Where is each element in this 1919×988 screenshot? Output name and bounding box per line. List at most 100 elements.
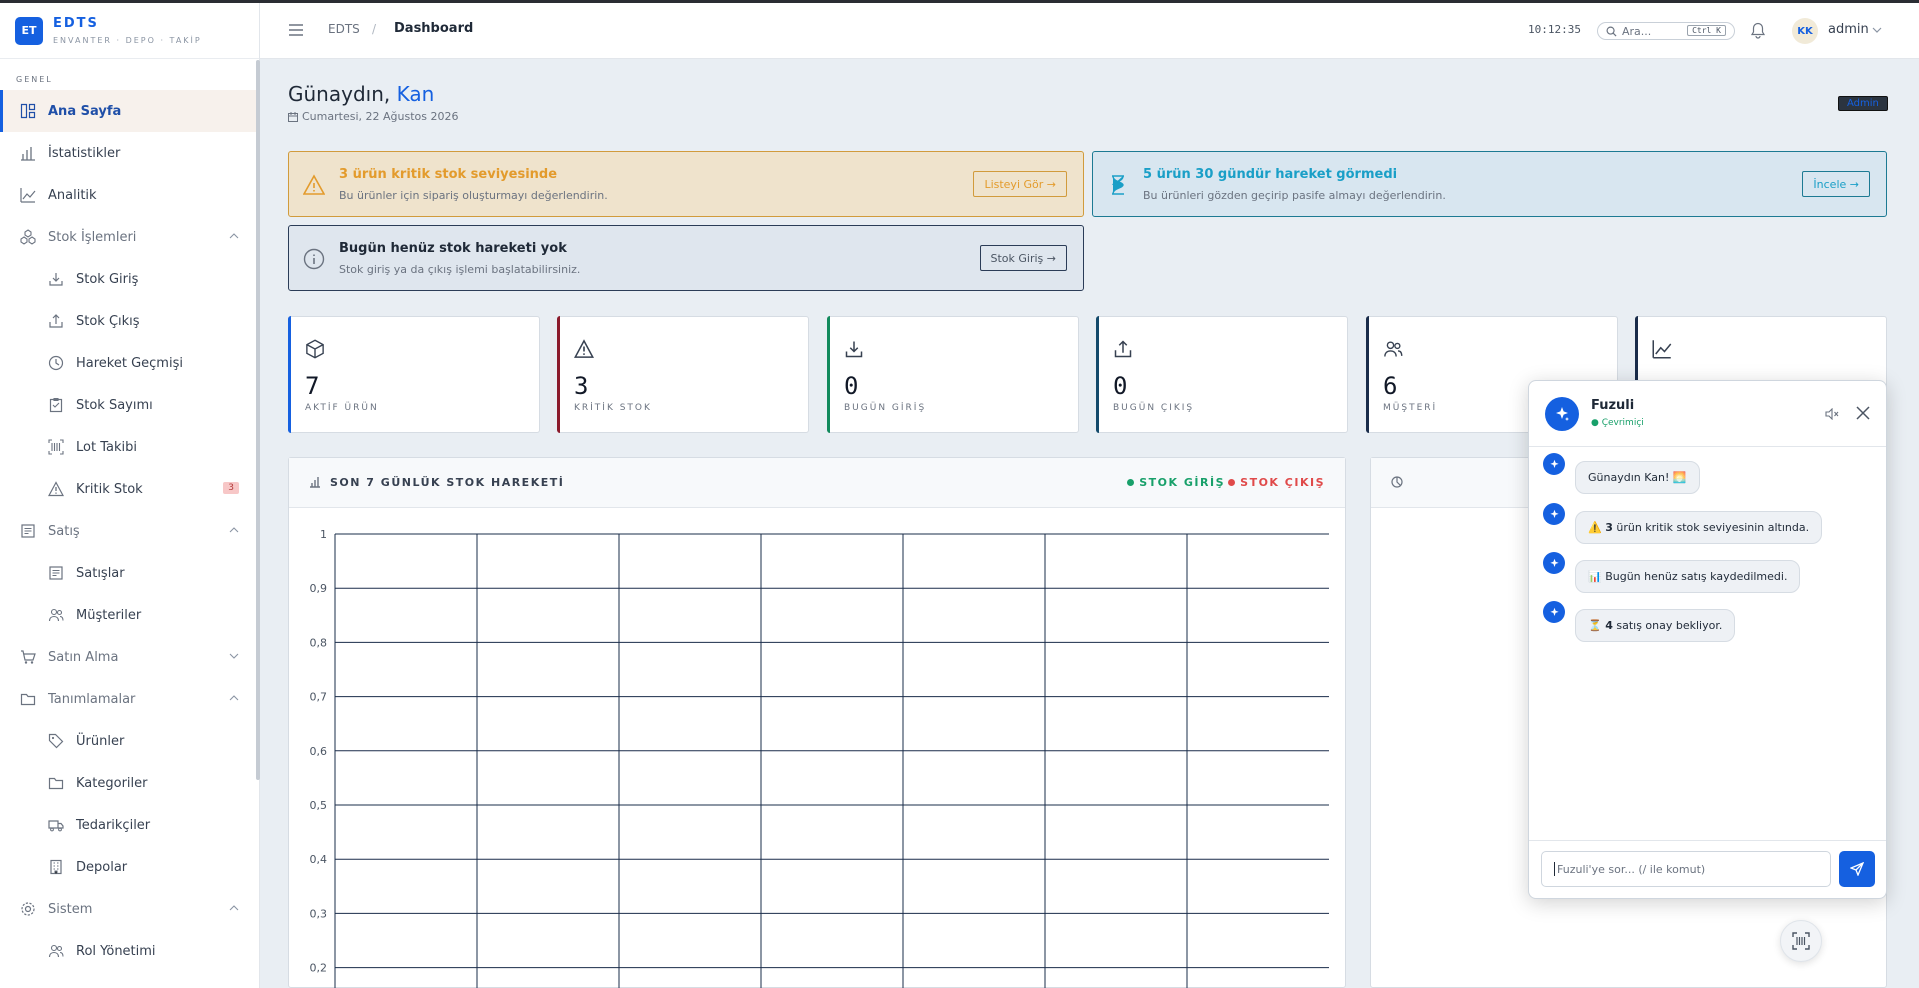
assistant-avatar <box>1543 552 1565 574</box>
hourglass-icon <box>1112 175 1124 195</box>
sidebar-item-label: Lot Takibi <box>76 439 137 455</box>
sidebar-item-satın-alma[interactable]: Satın Alma <box>0 636 259 678</box>
sidebar-item-label: Stok Çıkış <box>76 313 140 329</box>
sidebar-item-label: Rol Yönetimi <box>76 943 156 959</box>
brand[interactable]: ET EDTS ENVANTER · DEPO · TAKİP <box>0 3 259 59</box>
sidebar-item-satış[interactable]: Satış <box>0 510 259 552</box>
message-bold: 3 <box>1605 521 1613 534</box>
receipt-icon <box>21 524 35 538</box>
stat-card-today-out[interactable]: 0 BUGÜN ÇIKIŞ <box>1096 316 1348 433</box>
chat-message: ⚠️ 3 ürün kritik stok seviyesinin altınd… <box>1543 503 1823 544</box>
y-tick-label: 0,9 <box>310 582 328 595</box>
upload-icon <box>1114 340 1132 358</box>
receipt-icon <box>49 566 63 580</box>
gear-icon <box>21 902 35 916</box>
sidebar-item-rol-yönetimi[interactable]: Rol Yönetimi <box>0 930 259 972</box>
upload-icon <box>49 314 63 328</box>
chevron-icon <box>229 695 239 701</box>
sidebar-item-i-statistikler[interactable]: İstatistikler <box>0 132 259 174</box>
inspect-button[interactable]: İncele → <box>1802 171 1870 197</box>
sidebar-item-label: Müşteriler <box>76 607 142 623</box>
stat-card-active-product[interactable]: 7 AKTİF ÜRÜN <box>288 316 540 433</box>
chat-input-placeholder: Fuzuli'ye sor... (/ ile komut) <box>1557 862 1706 876</box>
bell-icon[interactable] <box>1750 22 1766 39</box>
stat-label: AKTİF ÜRÜN <box>305 403 379 413</box>
message-text: ⚠️ <box>1588 521 1606 534</box>
sidebar-item-depolar[interactable]: Depolar <box>0 846 259 888</box>
message-bubble: Günaydın Kan! 🌅 <box>1575 461 1700 494</box>
legend-stock-in[interactable]: STOK GİRİŞ <box>1127 476 1225 489</box>
sidebar-item-tedarikçiler[interactable]: Tedarikçiler <box>0 804 259 846</box>
sidebar-item-label: Stok Giriş <box>76 271 139 287</box>
stat-card-today-in[interactable]: 0 BUGÜN GİRİŞ <box>827 316 1079 433</box>
search-icon <box>1606 26 1617 37</box>
clock-icon <box>48 355 64 371</box>
alert-description: Bu ürünleri gözden geçirip pasife almayı… <box>1143 189 1446 202</box>
stat-card-critical-stock[interactable]: 3 KRİTİK STOK <box>557 316 809 433</box>
send-button[interactable] <box>1839 851 1875 887</box>
sparkle-icon <box>1549 558 1559 567</box>
avatar[interactable]: KK <box>1792 18 1818 44</box>
sidebar-item-lot-takibi[interactable]: Lot Takibi <box>0 426 259 468</box>
tag-icon <box>48 733 64 749</box>
y-tick-label: 0,2 <box>310 962 328 975</box>
message-bubble: ⚠️ 3 ürün kritik stok seviyesinin altınd… <box>1575 511 1823 544</box>
idle-products-alert: 5 ürün 30 gündür hareket görmedi Bu ürün… <box>1092 151 1887 217</box>
sidebar-item-label: Tanımlamalar <box>48 691 136 707</box>
legend-stock-out-label: STOK ÇIKIŞ <box>1240 476 1325 489</box>
bar-chart-icon <box>310 477 320 488</box>
download-icon <box>49 273 63 286</box>
sidebar-item-label: Satışlar <box>76 565 125 581</box>
sparkle-icon <box>1556 407 1569 421</box>
sidebar-item-tanımlamalar[interactable]: Tanımlamalar <box>0 678 259 720</box>
stat-value: 3 <box>574 372 589 400</box>
sidebar-item-stok-giriş[interactable]: Stok Giriş <box>0 258 259 300</box>
chevron-icon <box>229 233 239 239</box>
info-icon <box>303 248 325 270</box>
sidebar-item-label: Sistem <box>48 901 93 917</box>
message-text: Günaydın Kan! 🌅 <box>1588 471 1687 484</box>
sparkle-icon <box>1549 607 1559 616</box>
chat-input[interactable]: Fuzuli'ye sor... (/ ile komut) <box>1541 851 1831 887</box>
breadcrumb-current: Dashboard <box>394 21 474 36</box>
calendar-icon <box>288 111 298 122</box>
stock-in-button[interactable]: Stok Giriş → <box>979 245 1067 271</box>
barcode-scan-button[interactable] <box>1780 920 1822 962</box>
sidebar-item-sistem[interactable]: Sistem <box>0 888 259 930</box>
sidebar-item-stok-çıkış[interactable]: Stok Çıkış <box>0 300 259 342</box>
close-icon[interactable] <box>1855 405 1871 421</box>
message-bubble: ⏳ 4 satış onay bekliyor. <box>1575 609 1736 642</box>
sidebar-item-ana-sayfa[interactable]: Ana Sayfa <box>0 90 259 132</box>
sidebar-item-label: Ana Sayfa <box>48 103 122 119</box>
assistant-avatar <box>1543 601 1565 623</box>
stat-label: BUGÜN GİRİŞ <box>844 403 927 413</box>
search-input[interactable]: Ara... Ctrl K <box>1597 22 1735 40</box>
sidebar-item-stok-i-şlemleri[interactable]: Stok İşlemleri <box>0 216 259 258</box>
sidebar-item-satışlar[interactable]: Satışlar <box>0 552 259 594</box>
date-text: Cumartesi, 22 Ağustos 2026 <box>302 110 459 123</box>
legend-stock-out[interactable]: STOK ÇIKIŞ <box>1228 476 1325 489</box>
assistant-avatar <box>1545 397 1579 431</box>
alert-description: Stok giriş ya da çıkış işlemi başlatabil… <box>339 263 581 276</box>
mute-icon[interactable] <box>1825 408 1839 420</box>
chevron-icon <box>229 905 239 911</box>
sidebar-item-ürünler[interactable]: Ürünler <box>0 720 259 762</box>
menu-toggle-icon[interactable] <box>288 23 304 37</box>
sidebar-item-kategoriler[interactable]: Kategoriler <box>0 762 259 804</box>
chevron-icon <box>229 527 239 533</box>
sidebar-item-kritik-stok[interactable]: Kritik Stok 3 <box>0 468 259 510</box>
sidebar-item-hareket-geçmişi[interactable]: Hareket Geçmişi <box>0 342 259 384</box>
view-list-button[interactable]: Listeyi Gör → <box>973 171 1067 197</box>
y-tick-label: 0,5 <box>310 799 328 812</box>
sidebar-item-müşteriler[interactable]: Müşteriler <box>0 594 259 636</box>
sidebar-item-stok-sayımı[interactable]: Stok Sayımı <box>0 384 259 426</box>
username[interactable]: admin <box>1828 22 1869 37</box>
sidebar-item-analitik[interactable]: Analitik <box>0 174 259 216</box>
legend-stock-in-label: STOK GİRİŞ <box>1139 476 1225 489</box>
message-bold: 4 <box>1605 619 1613 632</box>
folder-icon <box>48 777 64 790</box>
breadcrumb-root[interactable]: EDTS <box>328 22 360 36</box>
sidebar-scrollbar[interactable] <box>256 60 260 780</box>
stock-movement-chart-panel: SON 7 GÜNLÜK STOK HAREKETİ STOK GİRİŞ ST… <box>288 457 1346 988</box>
chevron-down-icon[interactable] <box>1872 25 1882 35</box>
